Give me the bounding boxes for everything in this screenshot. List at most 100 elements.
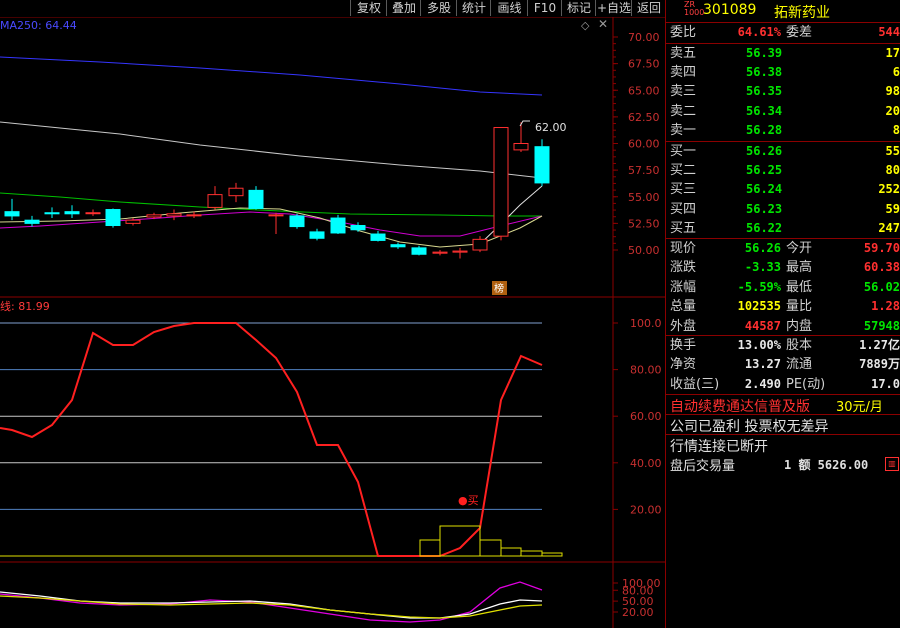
bid-vol: 247	[878, 220, 900, 235]
candle-body	[289, 215, 305, 228]
candle-body	[105, 209, 121, 227]
ask-vol: 98	[885, 84, 900, 99]
candle-body	[166, 213, 182, 217]
ask-row[interactable]: 卖五 56.39 17	[666, 44, 900, 63]
quote-row-label: 涨跌	[670, 260, 697, 276]
quote-row-label2: 最低	[786, 279, 813, 295]
y-tick-label: 20.00	[622, 606, 654, 619]
fin-row: 换手 13.00% 股本 1.27亿	[666, 336, 900, 355]
candle-body	[493, 127, 509, 237]
candle-body	[85, 212, 101, 215]
ask-price: 56.28	[746, 122, 783, 137]
bid-row[interactable]: 买三 56.24 252	[666, 180, 900, 199]
quote-panel: ZR 1000 301089 拓新药业 委比 64.61% 委差 544 卖五 56…	[665, 0, 900, 628]
volume-bar	[479, 539, 502, 557]
bid-price: 56.22	[746, 220, 783, 235]
toolbar-btn-8[interactable]: 返回	[631, 0, 666, 16]
quote-row: 外盘 44587 内盘 57948	[666, 317, 900, 336]
ask-row[interactable]: 卖一 56.28 8	[666, 121, 900, 140]
fin-row-value2: 7889万	[859, 357, 900, 372]
bid-row[interactable]: 买二 56.25 80	[666, 161, 900, 180]
renewal-ad-link[interactable]: 自动续费通达信普及版	[670, 396, 810, 416]
toolbar-btn-7[interactable]: +自选	[595, 0, 632, 16]
ask-vol: 8	[892, 122, 900, 137]
y-tick-label: 57.50	[628, 164, 660, 177]
candle-body	[432, 251, 448, 254]
stock-chart[interactable]: 62.00榜 100.080.0060.0040.0020.00●买 100.0…	[0, 0, 665, 628]
candle-body	[4, 211, 20, 217]
quote-row-label: 外盘	[670, 318, 697, 334]
y-tick-label: 80.00	[630, 364, 662, 377]
ask-label: 卖二	[670, 103, 697, 119]
toolbar-btn-6[interactable]: 标记	[561, 0, 596, 16]
fin-row-label2: PE(动)	[786, 376, 826, 392]
quote-row-value: -3.33	[744, 260, 781, 275]
candle-body	[268, 214, 284, 217]
y-tick-label: 65.00	[628, 84, 660, 97]
ad-price[interactable]: 30元/月	[836, 396, 883, 415]
y-tick-label: 67.50	[628, 58, 660, 71]
bid-label: 买一	[670, 144, 697, 159]
ask-row[interactable]: 卖三 56.35 98	[666, 82, 900, 101]
fin-row-value2: 1.27亿	[859, 338, 900, 352]
toolbar-btn-1[interactable]: 叠加	[386, 0, 421, 16]
bid-price: 56.23	[746, 201, 783, 216]
fin-row-label2: 股本	[786, 338, 813, 353]
bid-row[interactable]: 买五 56.22 247	[666, 219, 900, 238]
bid-vol: 252	[878, 182, 900, 197]
company-note: 公司已盈利 投票权无差异	[670, 419, 829, 435]
quote-row: 涨跌 -3.33 最高 60.38	[666, 258, 900, 277]
stock-code[interactable]: 301089	[703, 2, 756, 18]
stock-header: ZR 1000 301089 拓新药业	[666, 0, 900, 23]
ma250-line	[0, 56, 543, 96]
diamond-icon[interactable]: ◇	[581, 19, 589, 32]
candle-body	[146, 214, 162, 218]
quote-row-value2: 56.02	[863, 279, 900, 294]
bid-vol: 59	[885, 201, 900, 216]
y-tick-label: 62.50	[628, 111, 660, 124]
quote-row: 涨幅 -5.59% 最低 56.02	[666, 278, 900, 297]
quote-row: 总量 102535 量比 1.28	[666, 297, 900, 316]
ask-vol: 17	[885, 46, 900, 60]
candle-body	[248, 189, 264, 209]
candle-body	[186, 214, 202, 217]
toolbar: 复权 叠加 多股 统计 画线 F10 标记 +自选 返回	[0, 0, 665, 17]
volume-bar	[439, 525, 481, 557]
quote-row-value: 56.26	[744, 241, 781, 255]
candle-body	[452, 250, 468, 253]
candle-body	[390, 244, 406, 248]
close-icon[interactable]: ✕	[598, 17, 608, 31]
stock-name[interactable]: 拓新药业	[774, 2, 830, 22]
toolbar-btn-5[interactable]: F10	[527, 0, 562, 16]
toolbar-btn-2[interactable]: 多股	[420, 0, 457, 16]
y-tick-label: 70.00	[628, 31, 660, 44]
fin-row-value2: 17.0	[871, 376, 900, 391]
ask-price: 56.38	[746, 65, 783, 80]
fin-row-label2: 流通	[786, 357, 813, 373]
ask-price: 56.35	[746, 84, 783, 99]
y-tick-label: 50.00	[628, 244, 660, 257]
y-tick-label: 52.50	[628, 217, 660, 230]
quote-row-label: 总量	[670, 299, 697, 315]
bid-vol: 80	[885, 163, 900, 178]
fin-row-value: 13.00%	[737, 338, 781, 352]
indicator-label: 线: 81.99	[0, 300, 50, 313]
bid-row[interactable]: 买四 56.23 59	[666, 200, 900, 219]
toolbar-btn-0[interactable]: 复权	[350, 0, 387, 16]
bid-row[interactable]: 买一 56.26 55	[666, 142, 900, 161]
toolbar-btn-3[interactable]: 统计	[456, 0, 491, 16]
candle-body	[24, 219, 40, 224]
ask-row[interactable]: 卖二 56.34 20	[666, 102, 900, 121]
ask-row[interactable]: 卖四 56.38 6	[666, 63, 900, 82]
toolbar-btn-4[interactable]: 画线	[490, 0, 528, 16]
candle-body	[411, 247, 427, 255]
fin-row: 收益(三) 2.490 PE(动) 17.0	[666, 375, 900, 394]
ma-short-line	[479, 185, 543, 245]
volume-bar	[500, 547, 522, 557]
chart-icon[interactable]: ▥	[885, 457, 899, 471]
candle-body	[64, 211, 80, 215]
badge-label: 榜	[494, 282, 504, 295]
quote-row-value: -5.59%	[737, 279, 781, 294]
after-hours-amount: 1 额 5626.00	[784, 458, 869, 472]
ask-label: 卖四	[670, 65, 697, 81]
